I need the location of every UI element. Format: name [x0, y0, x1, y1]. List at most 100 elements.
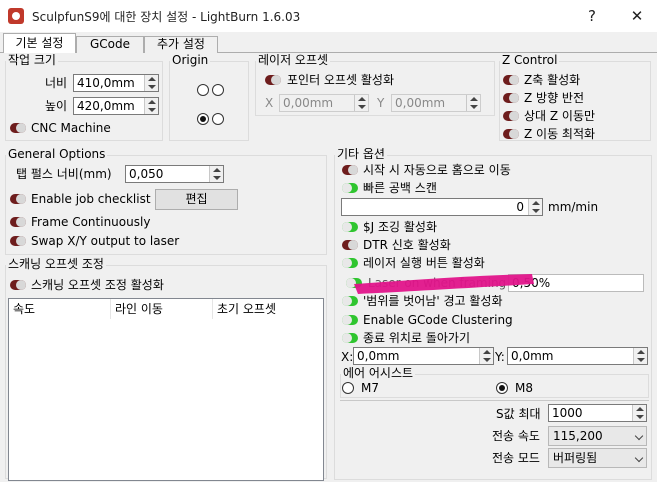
z-relative-toggle[interactable]	[503, 111, 519, 121]
return-y-label: Y:	[495, 350, 505, 364]
scan-offset-label: 스캐닝 오프셋 조정 활성화	[31, 278, 164, 292]
column-line-shift[interactable]: 라인 이동	[111, 299, 213, 319]
laser-offset-title: 레이저 오프셋	[256, 53, 331, 67]
s-max-label: S값 최대	[496, 407, 541, 421]
frame-continuously-label: Frame Continuously	[31, 215, 151, 229]
return-to-finish-toggle[interactable]	[342, 333, 358, 343]
work-size-title: 작업 크기	[6, 53, 58, 67]
origin-top-right-radio[interactable]	[212, 84, 224, 96]
return-x-label: X:	[341, 350, 354, 364]
return-x-input[interactable]: 0,0mm	[353, 347, 494, 365]
z-optimize-label: Z 이동 최적화	[524, 127, 596, 141]
pointer-offset-label: 포인터 오프셋 활성화	[287, 73, 394, 87]
tab-basic[interactable]: 기본 설정	[3, 33, 76, 53]
auto-home-toggle[interactable]	[342, 165, 358, 175]
gcode-clustering-toggle[interactable]	[342, 315, 358, 325]
z-optimize-toggle[interactable]	[503, 129, 519, 139]
tab-extra[interactable]: 추가 설정	[144, 36, 218, 53]
close-button[interactable]: ✕	[617, 4, 657, 28]
fast-scan-toggle[interactable]	[342, 183, 358, 193]
origin-bottom-right-radio[interactable]	[212, 113, 224, 125]
column-initial-offset[interactable]: 초기 오프셋	[213, 299, 323, 319]
z-control-title: Z Control	[500, 53, 560, 67]
return-y-input[interactable]: 0,0mm	[507, 347, 648, 365]
height-value: 420,0mm	[77, 99, 135, 113]
fast-scan-label: 빠른 공백 스캔	[363, 181, 437, 195]
s-max-spin[interactable]	[632, 405, 646, 421]
cnc-machine-label: CNC Machine	[31, 121, 111, 135]
tab-pulse-spin[interactable]	[209, 166, 223, 182]
tab-pulse-value: 0,050	[129, 167, 164, 181]
divider	[340, 400, 649, 401]
transfer-mode-select[interactable]: 버퍼링됨	[548, 448, 647, 468]
fire-button-toggle[interactable]	[342, 258, 358, 268]
origin-group	[169, 61, 249, 141]
offset-x-value: 0,00mm	[283, 96, 334, 110]
cnc-machine-toggle[interactable]	[10, 123, 26, 133]
tab-pulse-label: 탭 펄스 너비(mm)	[16, 167, 112, 181]
edit-checklist-button[interactable]: 편집	[155, 189, 238, 210]
column-speed[interactable]: 속도	[9, 299, 111, 319]
jog-toggle[interactable]	[342, 222, 358, 232]
air-assist-m8-label: M8	[515, 381, 533, 395]
air-assist-m7-radio[interactable]	[342, 382, 354, 394]
out-of-bounds-label: '범위를 벗어남' 경고 활성화	[363, 294, 503, 308]
tab-gcode[interactable]: GCode	[76, 36, 144, 53]
s-max-value: 1000	[552, 406, 583, 420]
fast-scan-speed-spin[interactable]	[528, 199, 542, 215]
air-assist-title: 에어 어시스트	[341, 366, 416, 380]
pointer-offset-toggle[interactable]	[265, 75, 281, 85]
jog-label: $J 조깅 활성화	[363, 220, 438, 234]
general-options-title: General Options	[6, 147, 108, 161]
height-spin[interactable]	[144, 98, 158, 114]
offset-y-label: Y	[377, 96, 385, 110]
width-spin[interactable]	[144, 75, 158, 91]
transfer-mode-value: 버퍼링됨	[553, 451, 598, 465]
swap-xy-toggle[interactable]	[10, 236, 26, 246]
origin-bottom-left-radio[interactable]	[197, 113, 209, 125]
return-to-finish-label: 종료 위치로 돌아가기	[363, 331, 470, 345]
swap-xy-label: Swap X/Y output to laser	[31, 234, 180, 248]
baud-rate-select[interactable]: 115,200	[548, 426, 647, 446]
height-label: 높이	[45, 99, 68, 113]
scan-offset-toggle[interactable]	[10, 280, 26, 290]
fast-scan-speed-value: 0	[516, 200, 524, 214]
baud-rate-label: 전송 속도	[492, 429, 540, 443]
chevron-down-icon	[634, 431, 644, 441]
baud-rate-value: 115,200	[553, 429, 603, 443]
origin-title: Origin	[170, 53, 211, 67]
dtr-label: DTR 신호 활성화	[363, 238, 451, 252]
z-relative-label: 상대 Z 이동만	[524, 109, 596, 123]
highlight-stroke	[354, 274, 534, 294]
gcode-clustering-label: Enable GCode Clustering	[363, 313, 513, 327]
auto-home-label: 시작 시 자동으로 홈으로 이동	[363, 163, 511, 177]
offset-x-spin[interactable]	[354, 95, 368, 111]
offset-x-label: X	[265, 96, 274, 110]
offset-y-spin[interactable]	[466, 95, 480, 111]
help-button[interactable]: ?	[572, 4, 612, 28]
dtr-toggle[interactable]	[342, 240, 358, 250]
window-title: SculpfunS9에 대한 장치 설정 - LightBurn 1.6.03	[32, 10, 301, 24]
return-y-spin[interactable]	[633, 348, 647, 364]
other-options-title: 기타 옵션	[335, 147, 387, 161]
job-checklist-toggle[interactable]	[10, 194, 26, 204]
lightburn-logo-icon	[8, 8, 24, 24]
chevron-down-icon	[634, 453, 644, 463]
return-x-spin[interactable]	[479, 348, 493, 364]
transfer-mode-label: 전송 모드	[492, 451, 540, 465]
air-assist-m8-radio[interactable]	[496, 382, 508, 394]
z-invert-label: Z 방향 반전	[524, 91, 585, 105]
fast-scan-speed-input[interactable]: 0	[341, 198, 543, 216]
return-y-value: 0,0mm	[511, 349, 554, 363]
frame-continuously-toggle[interactable]	[10, 217, 26, 227]
scan-offset-table[interactable]: 속도 라인 이동 초기 오프셋	[8, 298, 324, 481]
scan-offset-title: 스캐닝 오프셋 조정	[6, 257, 106, 271]
z-invert-toggle[interactable]	[503, 93, 519, 103]
width-label: 너비	[45, 76, 68, 90]
out-of-bounds-toggle[interactable]	[342, 296, 358, 306]
return-x-value: 0,0mm	[357, 349, 400, 363]
z-axis-enable-label: Z축 활성화	[524, 73, 581, 87]
origin-top-left-radio[interactable]	[197, 84, 209, 96]
speed-unit-label: mm/min	[548, 200, 599, 214]
z-axis-enable-toggle[interactable]	[503, 75, 519, 85]
